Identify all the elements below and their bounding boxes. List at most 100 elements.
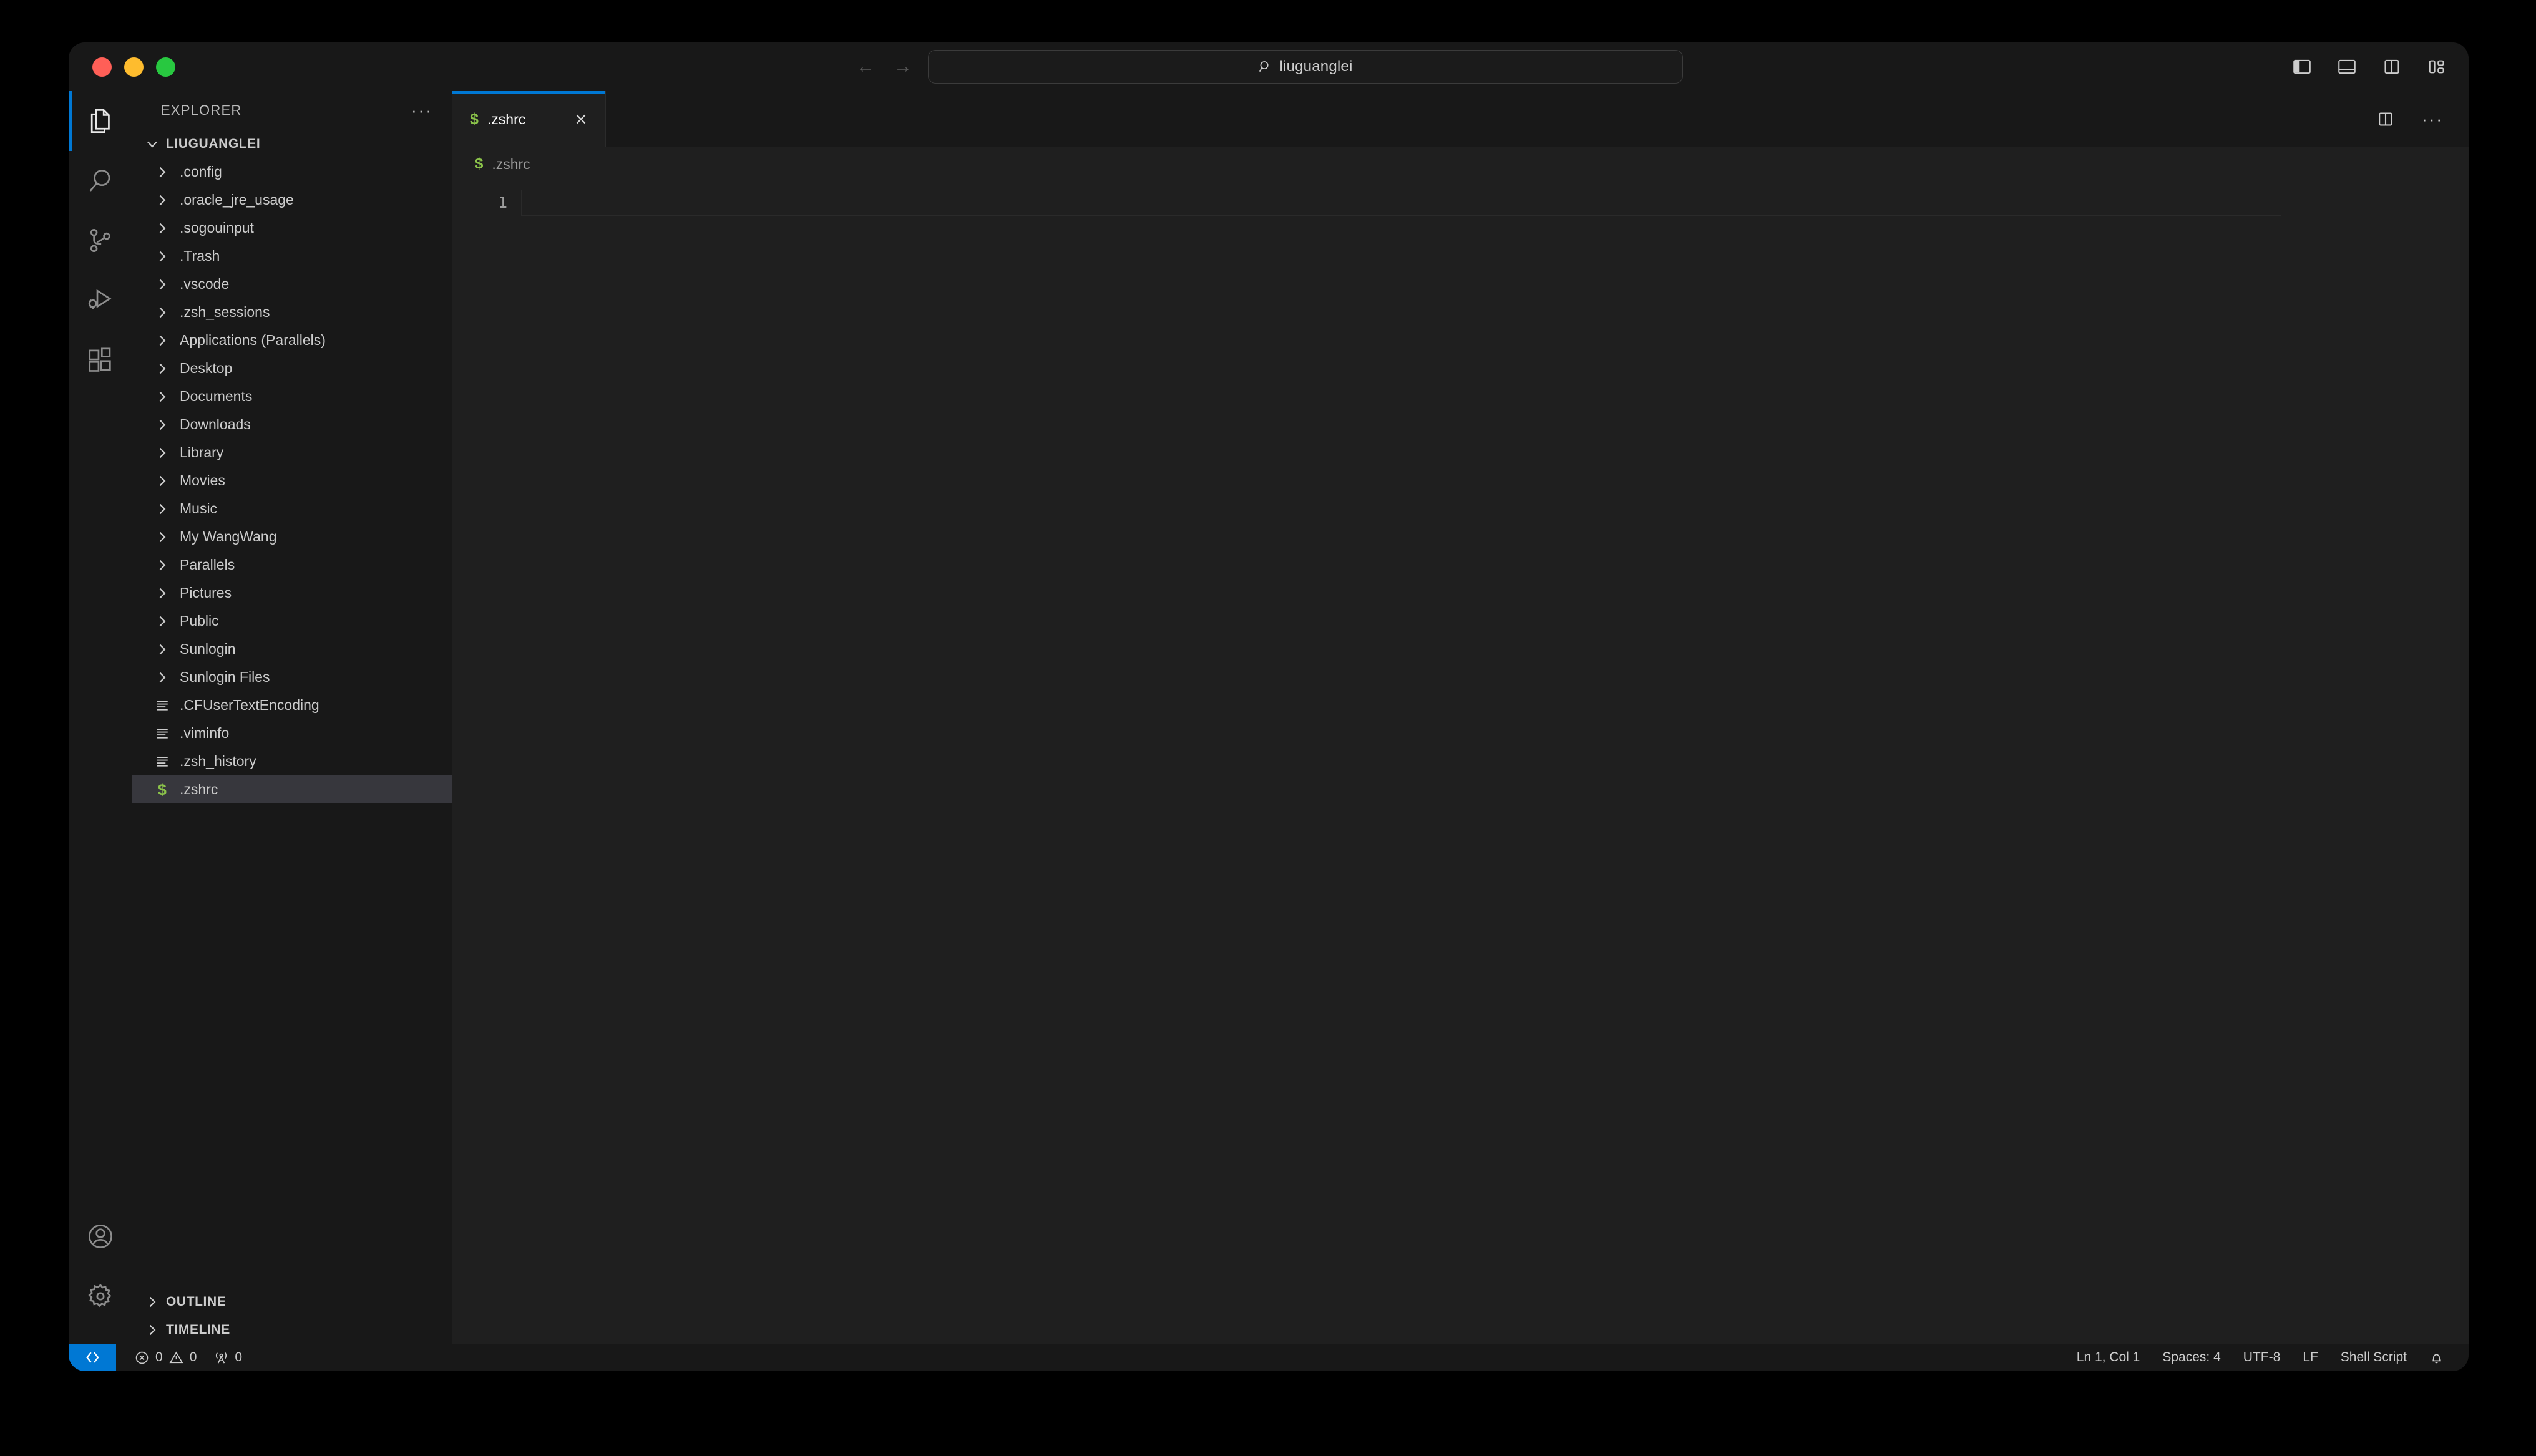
status-ports[interactable]: 0 xyxy=(205,1344,251,1371)
status-notifications[interactable] xyxy=(2418,1344,2455,1371)
tree-item-zsh-history[interactable]: .zsh_history xyxy=(132,747,452,775)
bell-icon xyxy=(2432,1354,2441,1363)
warning-count: 0 xyxy=(189,1350,197,1364)
tree-item-zsh-sessions[interactable]: .zsh_sessions xyxy=(132,298,452,326)
source-control-icon xyxy=(90,229,110,253)
tab-zshrc[interactable]: $ .zshrc xyxy=(452,91,606,147)
tree-item-movies[interactable]: Movies xyxy=(132,467,452,495)
gear-icon xyxy=(87,1284,111,1308)
tree-item-sogouinput[interactable]: .sogouinput xyxy=(132,214,452,242)
tree-item-desktop[interactable]: Desktop xyxy=(132,354,452,382)
chevron-right-icon xyxy=(159,363,166,374)
tree-item-label: .zsh_sessions xyxy=(180,304,270,320)
status-editor-encoding[interactable]: UTF-8 xyxy=(2232,1344,2292,1371)
tree-item-label: .config xyxy=(180,163,222,180)
sidebar-header: EXPLORER ··· xyxy=(132,91,452,130)
chevron-right-icon xyxy=(159,447,166,458)
tree-item-parallels[interactable]: Parallels xyxy=(132,551,452,579)
tree-item-library[interactable]: Library xyxy=(132,439,452,467)
tree-item-downloads[interactable]: Downloads xyxy=(132,410,452,439)
code-editor[interactable]: 1 xyxy=(452,181,2469,1344)
chevron-right-icon xyxy=(159,391,166,402)
tree-item-trash[interactable]: .Trash xyxy=(132,242,452,270)
status-problems[interactable]: 0 0 xyxy=(126,1344,205,1371)
tree-item-label: Library xyxy=(180,444,224,460)
tree-item-pictures[interactable]: Pictures xyxy=(132,579,452,607)
toggle-panel-icon[interactable] xyxy=(2338,57,2356,76)
panel-outline[interactable]: OUTLINE xyxy=(132,1288,452,1316)
tree-item-label: Downloads xyxy=(180,416,251,432)
activity-bar-bottom xyxy=(69,1206,132,1344)
remote-indicator[interactable] xyxy=(69,1344,116,1371)
plain-file-icon xyxy=(157,756,168,767)
radio-tower-icon xyxy=(216,1352,227,1363)
plain-file-icon xyxy=(157,700,168,711)
sidebar-item-search[interactable] xyxy=(69,151,132,211)
chevron-right-icon xyxy=(159,560,166,570)
activity-bar-top xyxy=(69,91,132,391)
status-editor-eol[interactable]: LF xyxy=(2291,1344,2329,1371)
panel-timeline[interactable]: TIMELINE xyxy=(132,1316,452,1344)
chevron-right-icon xyxy=(159,279,166,289)
tree-item-label: .oracle_jre_usage xyxy=(180,192,294,208)
toggle-secondary-sidebar-icon[interactable] xyxy=(2382,57,2401,76)
tree-item-oracle-jre-usage[interactable]: .oracle_jre_usage xyxy=(132,186,452,214)
close-window-button[interactable] xyxy=(92,57,112,77)
root-folder-row[interactable]: LIUGUANGLEI xyxy=(132,130,452,158)
tree-item-viminfo[interactable]: .viminfo xyxy=(132,719,452,747)
sidebar-item-source-control[interactable] xyxy=(69,211,132,271)
chevron-right-icon xyxy=(159,475,166,486)
sidebar-title: EXPLORER xyxy=(161,102,242,118)
editor-tab-actions: ··· xyxy=(2377,91,2469,147)
status-editor-position[interactable]: Ln 1, Col 1 xyxy=(2065,1344,2152,1371)
tree-item-vscode[interactable]: .vscode xyxy=(132,270,452,298)
command-center-text: liuguanglei xyxy=(1279,58,1353,75)
command-center[interactable]: liuguanglei xyxy=(928,50,1683,84)
sidebar-item-run-and-debug[interactable] xyxy=(69,271,132,331)
close-icon[interactable] xyxy=(573,111,589,127)
maximize-window-button[interactable] xyxy=(156,57,175,77)
chevron-right-icon xyxy=(159,588,166,598)
customize-layout-icon[interactable] xyxy=(2427,57,2446,76)
status-editor-indentation[interactable]: Spaces: 4 xyxy=(2151,1344,2231,1371)
settings-button[interactable] xyxy=(69,1266,132,1326)
tree-item-public[interactable]: Public xyxy=(132,607,452,635)
breadcrumb-label: .zshrc xyxy=(492,155,530,172)
chevron-right-icon xyxy=(159,167,166,177)
tree-item-sunlogin[interactable]: Sunlogin xyxy=(132,635,452,663)
tree-item-my-wangwang[interactable]: My WangWang xyxy=(132,523,452,551)
sidebar-item-explorer[interactable] xyxy=(69,91,132,151)
sidebar-more-actions-icon[interactable]: ··· xyxy=(411,102,433,119)
activity-bar xyxy=(69,91,132,1344)
tree-item-config[interactable]: .config xyxy=(132,158,452,186)
warning-icon xyxy=(169,1351,183,1363)
tree-item-applications-parallels[interactable]: Applications (Parallels) xyxy=(132,326,452,354)
tree-item-sunlogin-files[interactable]: Sunlogin Files xyxy=(132,663,452,691)
accounts-button[interactable] xyxy=(69,1206,132,1266)
tree-item-label: Applications (Parallels) xyxy=(180,332,326,348)
chevron-right-icon xyxy=(159,531,166,542)
toggle-primary-sidebar-icon[interactable] xyxy=(2293,57,2311,76)
tree-item-zshrc[interactable]: $ .zshrc xyxy=(132,775,452,803)
tree-item-label: .CFUserTextEncoding xyxy=(180,697,319,713)
chevron-right-icon xyxy=(159,307,166,318)
breadcrumb[interactable]: $ .zshrc xyxy=(452,147,2469,181)
editor-more-actions-icon[interactable]: ··· xyxy=(2422,111,2444,127)
go-back-icon[interactable]: ← xyxy=(854,56,877,78)
go-forward-icon[interactable]: → xyxy=(892,56,914,78)
plain-file-icon xyxy=(157,728,168,739)
layout-controls xyxy=(2293,42,2446,91)
debug-icon xyxy=(88,289,111,309)
chevron-right-icon xyxy=(159,419,166,430)
tree-item-cfusertextencoding[interactable]: .CFUserTextEncoding xyxy=(132,691,452,719)
code-content[interactable] xyxy=(521,181,2469,1344)
status-editor-language[interactable]: Shell Script xyxy=(2329,1344,2418,1371)
minimize-window-button[interactable] xyxy=(124,57,144,77)
tree-item-label: Documents xyxy=(180,388,253,404)
line-number-gutter: 1 xyxy=(452,181,521,1344)
files-icon xyxy=(90,109,110,133)
split-editor-icon[interactable] xyxy=(2377,110,2394,128)
tree-item-music[interactable]: Music xyxy=(132,495,452,523)
sidebar-item-extensions[interactable] xyxy=(69,331,132,391)
tree-item-documents[interactable]: Documents xyxy=(132,382,452,410)
